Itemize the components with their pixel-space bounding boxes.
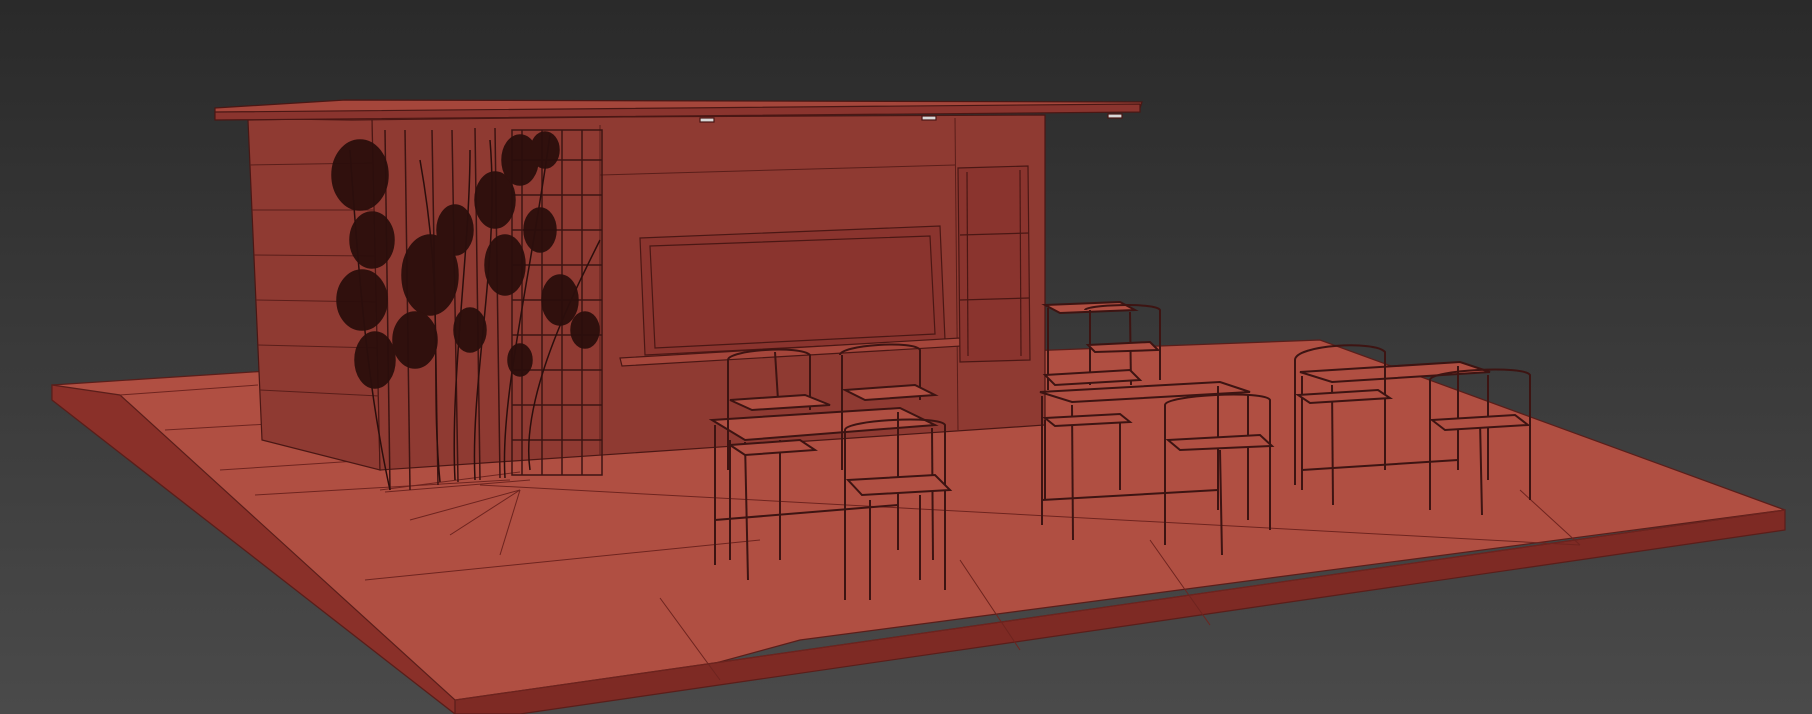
viewport-canvas[interactable] <box>0 0 1812 714</box>
roof-light-fixture <box>921 115 937 121</box>
side-door-panel <box>957 165 1031 363</box>
roof-light-fixture <box>1107 113 1123 119</box>
chair-seat <box>1085 340 1161 354</box>
3d-viewport[interactable] <box>0 0 1812 714</box>
roof-light-fixture <box>699 117 715 123</box>
